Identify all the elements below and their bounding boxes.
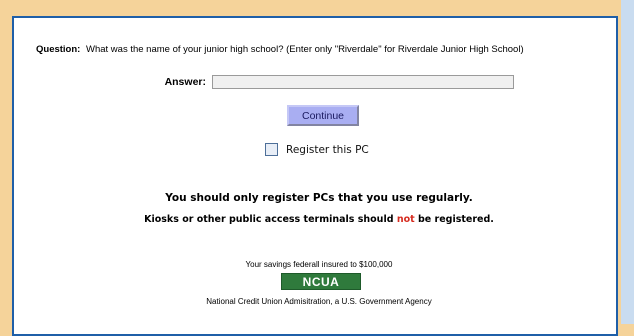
kiosk-warning: Kiosks or other public access terminals … bbox=[16, 214, 622, 225]
ncua-logo: NCUA bbox=[281, 273, 361, 290]
answer-input[interactable] bbox=[212, 75, 514, 89]
kiosk-warning-emphasis: not bbox=[396, 214, 415, 225]
kiosk-warning-end: be registered. bbox=[414, 214, 494, 225]
question-text: What was the name of your junior high sc… bbox=[85, 44, 524, 55]
security-question: Question: What was the name of your juni… bbox=[36, 44, 626, 55]
question-label: Question: bbox=[36, 44, 81, 55]
register-warning: You should only register PCs that you us… bbox=[165, 192, 473, 204]
kiosk-warning-start: Kiosks or other public access terminals … bbox=[144, 214, 397, 225]
register-pc-checkbox[interactable] bbox=[265, 143, 278, 156]
register-pc-option[interactable]: Register this PC bbox=[265, 143, 369, 156]
answer-label: Answer: bbox=[164, 76, 206, 88]
register-pc-label[interactable]: Register this PC bbox=[286, 144, 369, 156]
agency-notice: National Credit Union Admisitration, a U… bbox=[206, 297, 432, 306]
insured-notice: Your savings federall insured to $100,00… bbox=[245, 260, 393, 269]
continue-button[interactable]: Continue bbox=[287, 105, 359, 126]
answer-row: Answer: bbox=[160, 73, 514, 91]
